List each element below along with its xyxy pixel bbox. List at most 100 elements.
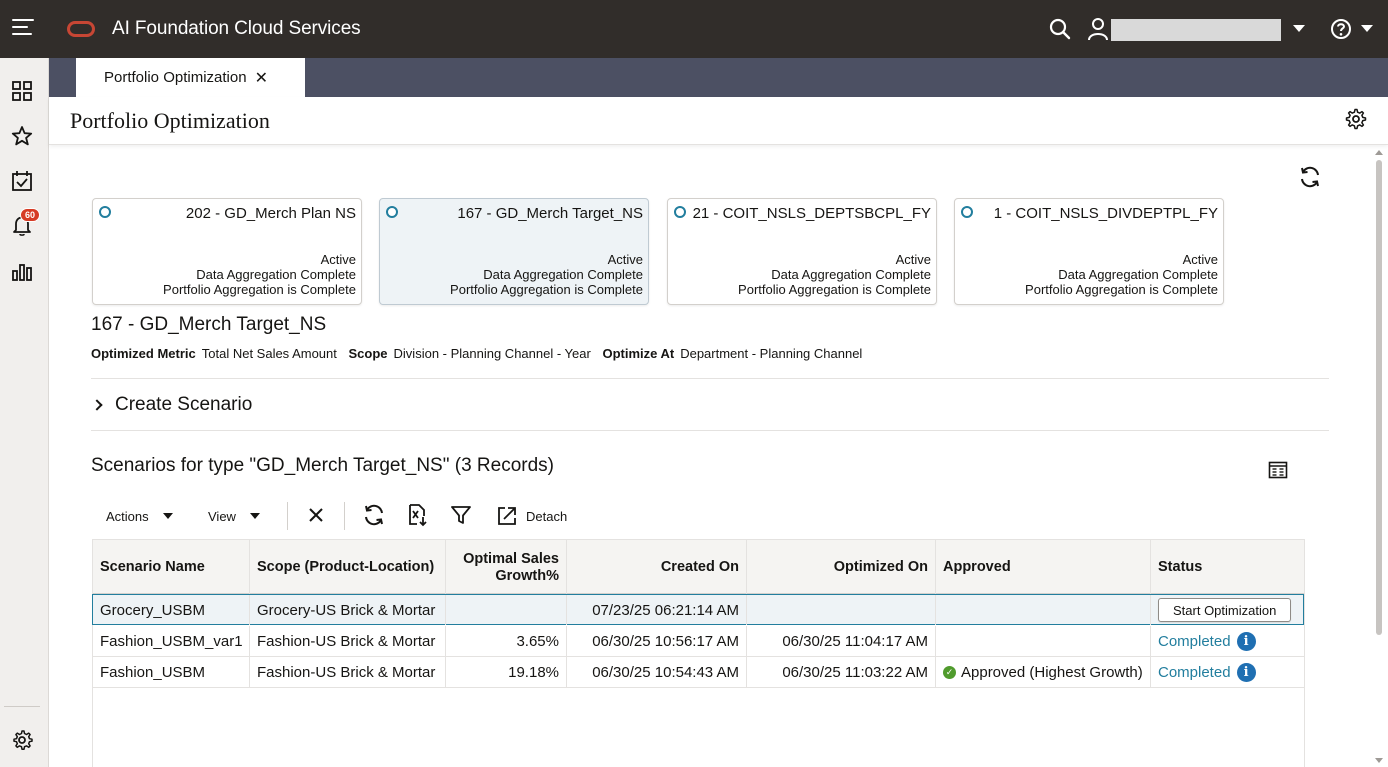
scenarios-title: Scenarios for type "GD_Merch Target_NS" … bbox=[91, 455, 554, 476]
favorites-star-icon[interactable] bbox=[11, 125, 33, 147]
cell-status: Completed i bbox=[1151, 626, 1304, 656]
cell-scope: Fashion-US Brick & Mortar bbox=[250, 626, 446, 656]
app-title: AI Foundation Cloud Services bbox=[112, 18, 361, 39]
table-header: Scenario Name Scope (Product-Location) O… bbox=[93, 539, 1304, 595]
actions-label: Actions bbox=[106, 508, 149, 524]
card-status: Active Data Aggregation Complete Portfol… bbox=[1025, 252, 1218, 297]
top-bar: AI Foundation Cloud Services bbox=[0, 0, 1388, 58]
rail-divider bbox=[4, 706, 40, 707]
refresh-table-icon[interactable] bbox=[362, 503, 386, 527]
search-icon[interactable] bbox=[1049, 18, 1071, 40]
optimize-at-value: Department - Planning Channel bbox=[680, 346, 863, 361]
info-icon[interactable]: i bbox=[1236, 631, 1256, 651]
card-status-portfolio: Portfolio Aggregation is Complete bbox=[450, 282, 643, 297]
settings-gear-icon[interactable] bbox=[11, 729, 33, 751]
column-header-scope[interactable]: Scope (Product-Location) bbox=[250, 540, 446, 595]
cell-optimized-on: 06/30/25 11:04:17 AM bbox=[747, 626, 936, 656]
table-row-selected[interactable]: Grocery_USBM Grocery-US Brick & Mortar 0… bbox=[92, 594, 1304, 625]
card-status-portfolio: Portfolio Aggregation is Complete bbox=[163, 282, 356, 297]
cell-optimized-on bbox=[747, 595, 936, 625]
portfolio-card[interactable]: 21 - COIT_NSLS_DEPTSBCPL_FY Active Data … bbox=[667, 198, 937, 305]
view-label: View bbox=[208, 508, 236, 524]
column-header-status[interactable]: Status bbox=[1151, 540, 1304, 595]
cell-scope: Grocery-US Brick & Mortar bbox=[250, 595, 446, 625]
tab-label: Portfolio Optimization bbox=[104, 69, 247, 86]
approved-text: Approved (Highest Growth) bbox=[961, 663, 1143, 681]
page-header: Portfolio Optimization bbox=[49, 97, 1388, 145]
card-radio-icon[interactable] bbox=[674, 206, 686, 218]
left-nav-rail: 60 bbox=[0, 58, 49, 767]
portfolio-card[interactable]: 1 - COIT_NSLS_DIVDEPTPL_FY Active Data A… bbox=[954, 198, 1224, 305]
cell-growth: 19.18% bbox=[446, 657, 567, 687]
card-title: 21 - COIT_NSLS_DEPTSBCPL_FY bbox=[692, 205, 931, 222]
portfolio-meta: Optimized Metric Total Net Sales Amount S… bbox=[91, 346, 870, 361]
portfolio-card-selected[interactable]: 167 - GD_Merch Target_NS Active Data Agg… bbox=[379, 198, 649, 305]
card-status-data: Data Aggregation Complete bbox=[1058, 267, 1218, 282]
completed-status-link[interactable]: Completed bbox=[1158, 633, 1231, 650]
delete-x-icon[interactable] bbox=[304, 503, 328, 527]
column-header-approved[interactable]: Approved bbox=[936, 540, 1151, 595]
card-status-data: Data Aggregation Complete bbox=[771, 267, 931, 282]
column-manager-icon[interactable] bbox=[1268, 460, 1288, 480]
cell-status: Completed i bbox=[1151, 657, 1304, 687]
user-menu-caret-icon[interactable] bbox=[1293, 25, 1305, 32]
cell-scenario-name: Grocery_USBM bbox=[93, 595, 250, 625]
oracle-logo bbox=[67, 21, 95, 37]
help-icon[interactable] bbox=[1330, 18, 1352, 40]
card-status-active: Active bbox=[895, 252, 931, 267]
cell-created-on: 07/23/25 06:21:14 AM bbox=[567, 595, 747, 625]
card-status-data: Data Aggregation Complete bbox=[483, 267, 643, 282]
table-row[interactable]: Fashion_USBM_var1 Fashion-US Brick & Mor… bbox=[93, 626, 1304, 657]
portfolio-card[interactable]: 202 - GD_Merch Plan NS Active Data Aggre… bbox=[92, 198, 362, 305]
tasks-calendar-icon[interactable] bbox=[11, 170, 33, 192]
toolbar-separator bbox=[287, 502, 288, 530]
scope-value: Division - Planning Channel - Year bbox=[393, 346, 591, 361]
notification-count-badge: 60 bbox=[20, 208, 41, 222]
create-scenario-toggle[interactable]: Create Scenario bbox=[91, 393, 252, 417]
selected-portfolio-title: 167 - GD_Merch Target_NS bbox=[91, 314, 327, 335]
help-menu-caret-icon[interactable] bbox=[1361, 25, 1373, 32]
column-header-scenario-name[interactable]: Scenario Name bbox=[93, 540, 250, 595]
column-header-created-on[interactable]: Created On bbox=[567, 540, 747, 595]
reports-bar-chart-icon[interactable] bbox=[11, 260, 33, 282]
view-menu-button[interactable]: View bbox=[208, 503, 260, 529]
detach-label: Detach bbox=[526, 508, 568, 524]
refresh-cards-icon[interactable] bbox=[1298, 165, 1322, 189]
card-status: Active Data Aggregation Complete Portfol… bbox=[738, 252, 931, 297]
column-header-optimized-on[interactable]: Optimized On bbox=[747, 540, 936, 595]
user-name[interactable] bbox=[1111, 19, 1281, 41]
vertical-scrollbar[interactable] bbox=[1373, 150, 1385, 767]
tab-close-icon[interactable]: ✕ bbox=[255, 68, 268, 88]
filter-icon[interactable] bbox=[449, 503, 473, 527]
export-excel-icon[interactable] bbox=[405, 503, 429, 527]
actions-menu-button[interactable]: Actions bbox=[106, 503, 173, 529]
info-icon[interactable]: i bbox=[1236, 662, 1256, 682]
approved-check-icon: ✓ bbox=[943, 665, 956, 679]
dashboard-grid-icon[interactable] bbox=[11, 80, 33, 102]
scroll-down-arrow-icon[interactable] bbox=[1375, 758, 1383, 763]
cell-approved: ✓ Approved (Highest Growth) bbox=[936, 657, 1151, 687]
menu-icon[interactable] bbox=[12, 19, 34, 37]
chevron-right-icon bbox=[91, 399, 103, 411]
scenarios-table: Scenario Name Scope (Product-Location) O… bbox=[92, 539, 1305, 767]
scope-label: Scope bbox=[348, 346, 388, 361]
card-radio-icon[interactable] bbox=[386, 206, 398, 218]
column-header-growth[interactable]: Optimal Sales Growth% bbox=[446, 540, 567, 595]
cell-growth bbox=[446, 595, 567, 625]
start-optimization-button[interactable]: Start Optimization bbox=[1158, 598, 1292, 622]
card-status-data: Data Aggregation Complete bbox=[196, 267, 356, 282]
table-row[interactable]: Fashion_USBM Fashion-US Brick & Mortar 1… bbox=[93, 657, 1304, 688]
completed-status-link[interactable]: Completed bbox=[1158, 664, 1231, 681]
cell-growth: 3.65% bbox=[446, 626, 567, 656]
card-radio-icon[interactable] bbox=[99, 206, 111, 218]
optimize-at-label: Optimize At bbox=[602, 346, 675, 361]
tab-portfolio-optimization[interactable]: Portfolio Optimization ✕ bbox=[76, 58, 305, 97]
card-radio-icon[interactable] bbox=[961, 206, 973, 218]
detach-button[interactable]: Detach bbox=[496, 503, 567, 529]
user-icon[interactable] bbox=[1087, 17, 1109, 41]
scroll-up-arrow-icon[interactable] bbox=[1375, 150, 1383, 155]
scrollbar-thumb[interactable] bbox=[1376, 160, 1382, 635]
page-settings-gear-icon[interactable] bbox=[1345, 108, 1367, 130]
detach-icon bbox=[498, 507, 516, 525]
cell-created-on: 06/30/25 10:56:17 AM bbox=[567, 626, 747, 656]
